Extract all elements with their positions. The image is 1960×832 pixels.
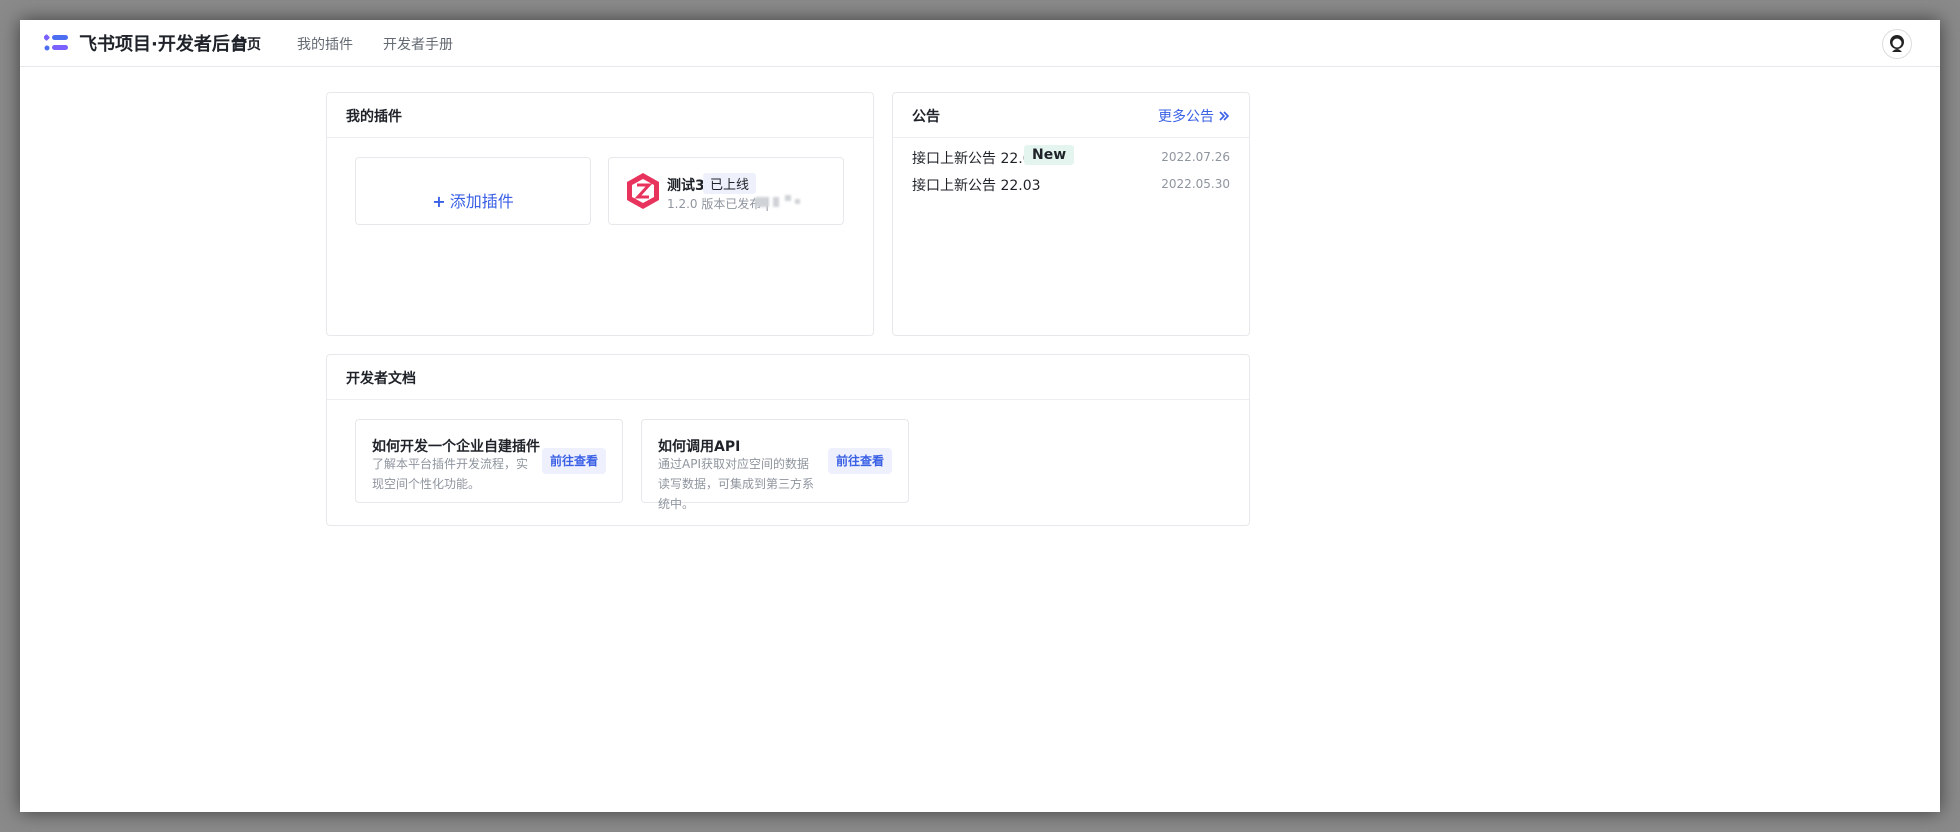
redacted-text — [785, 195, 791, 201]
plugin-status-badge: 已上线 — [703, 173, 757, 194]
nav-my-plugins[interactable]: 我的插件 — [297, 34, 353, 54]
redacted-text — [773, 197, 779, 207]
plugin-version-meta: 1.2.0 版本已发布 | — [667, 197, 770, 211]
view-doc-button[interactable]: 前往查看 — [542, 448, 606, 474]
notices-header: 公告 更多公告 — [893, 93, 1249, 138]
developer-docs-header: 开发者文档 — [327, 355, 1249, 400]
plus-icon: + — [432, 192, 446, 211]
brand-logo-icon — [44, 34, 68, 51]
view-doc-button[interactable]: 前往查看 — [828, 448, 892, 474]
more-notices-link[interactable]: 更多公告 — [1158, 106, 1230, 126]
notice-item[interactable]: 接口上新公告 22.03 2022.05.30 — [912, 172, 1230, 196]
add-plugin-button[interactable]: + 添加插件 — [355, 157, 591, 225]
my-plugins-card: 我的插件 + 添加插件 测试3 已上线 1.2.0 版本已发布 | — [326, 92, 874, 336]
notice-title[interactable]: 接口上新公告 22.07 — [912, 148, 1041, 168]
top-bar: 飞书项目·开发者后台 首页 我的插件 开发者手册 — [20, 20, 1940, 67]
my-plugins-title: 我的插件 — [346, 109, 402, 125]
new-badge: New — [1024, 145, 1075, 165]
user-avatar[interactable] — [1882, 29, 1912, 59]
nav-home[interactable]: 首页 — [233, 34, 261, 54]
redacted-text — [795, 199, 800, 204]
doc-description: 了解本平台插件开发流程，实现空间个性化功能。 — [372, 457, 529, 491]
app-window: 飞书项目·开发者后台 首页 我的插件 开发者手册 我的插件 + 添加插件 测试3… — [20, 20, 1940, 812]
plugin-card[interactable]: 测试3 已上线 1.2.0 版本已发布 | — [608, 157, 844, 225]
redacted-text — [755, 197, 769, 207]
brand-title: 飞书项目·开发者后台 — [79, 34, 248, 55]
developer-docs-card: 开发者文档 如何开发一个企业自建插件 了解本平台插件开发流程，实现空间个性化功能… — [326, 354, 1250, 526]
notices-card: 公告 更多公告 接口上新公告 22.07 New 2022.07.26 接口上新… — [892, 92, 1250, 336]
notice-date: 2022.05.30 — [1161, 177, 1230, 191]
doc-item: 如何开发一个企业自建插件 了解本平台插件开发流程，实现空间个性化功能。 前往查看 — [355, 419, 623, 503]
double-chevron-right-icon — [1219, 111, 1230, 121]
doc-title: 如何调用API — [658, 439, 741, 455]
my-plugins-header: 我的插件 — [327, 93, 873, 138]
developer-docs-title: 开发者文档 — [346, 371, 416, 387]
avatar-icon — [1890, 35, 1904, 52]
plugin-name: 测试3 — [667, 178, 705, 194]
doc-item: 如何调用API 通过API获取对应空间的数据读写数据，可集成到第三方系统中。 前… — [641, 419, 909, 511]
notice-item[interactable]: 接口上新公告 22.07 New 2022.07.26 — [912, 145, 1230, 169]
plugin-icon — [627, 173, 659, 209]
add-plugin-label: + 添加插件 — [432, 192, 514, 211]
doc-title: 如何开发一个企业自建插件 — [372, 439, 540, 455]
nav-developer-manual[interactable]: 开发者手册 — [383, 34, 453, 54]
notice-date: 2022.07.26 — [1161, 150, 1230, 164]
doc-description: 通过API获取对应空间的数据读写数据，可集成到第三方系统中。 — [658, 457, 815, 511]
notices-title: 公告 — [912, 109, 940, 125]
notice-title[interactable]: 接口上新公告 22.03 — [912, 175, 1041, 195]
